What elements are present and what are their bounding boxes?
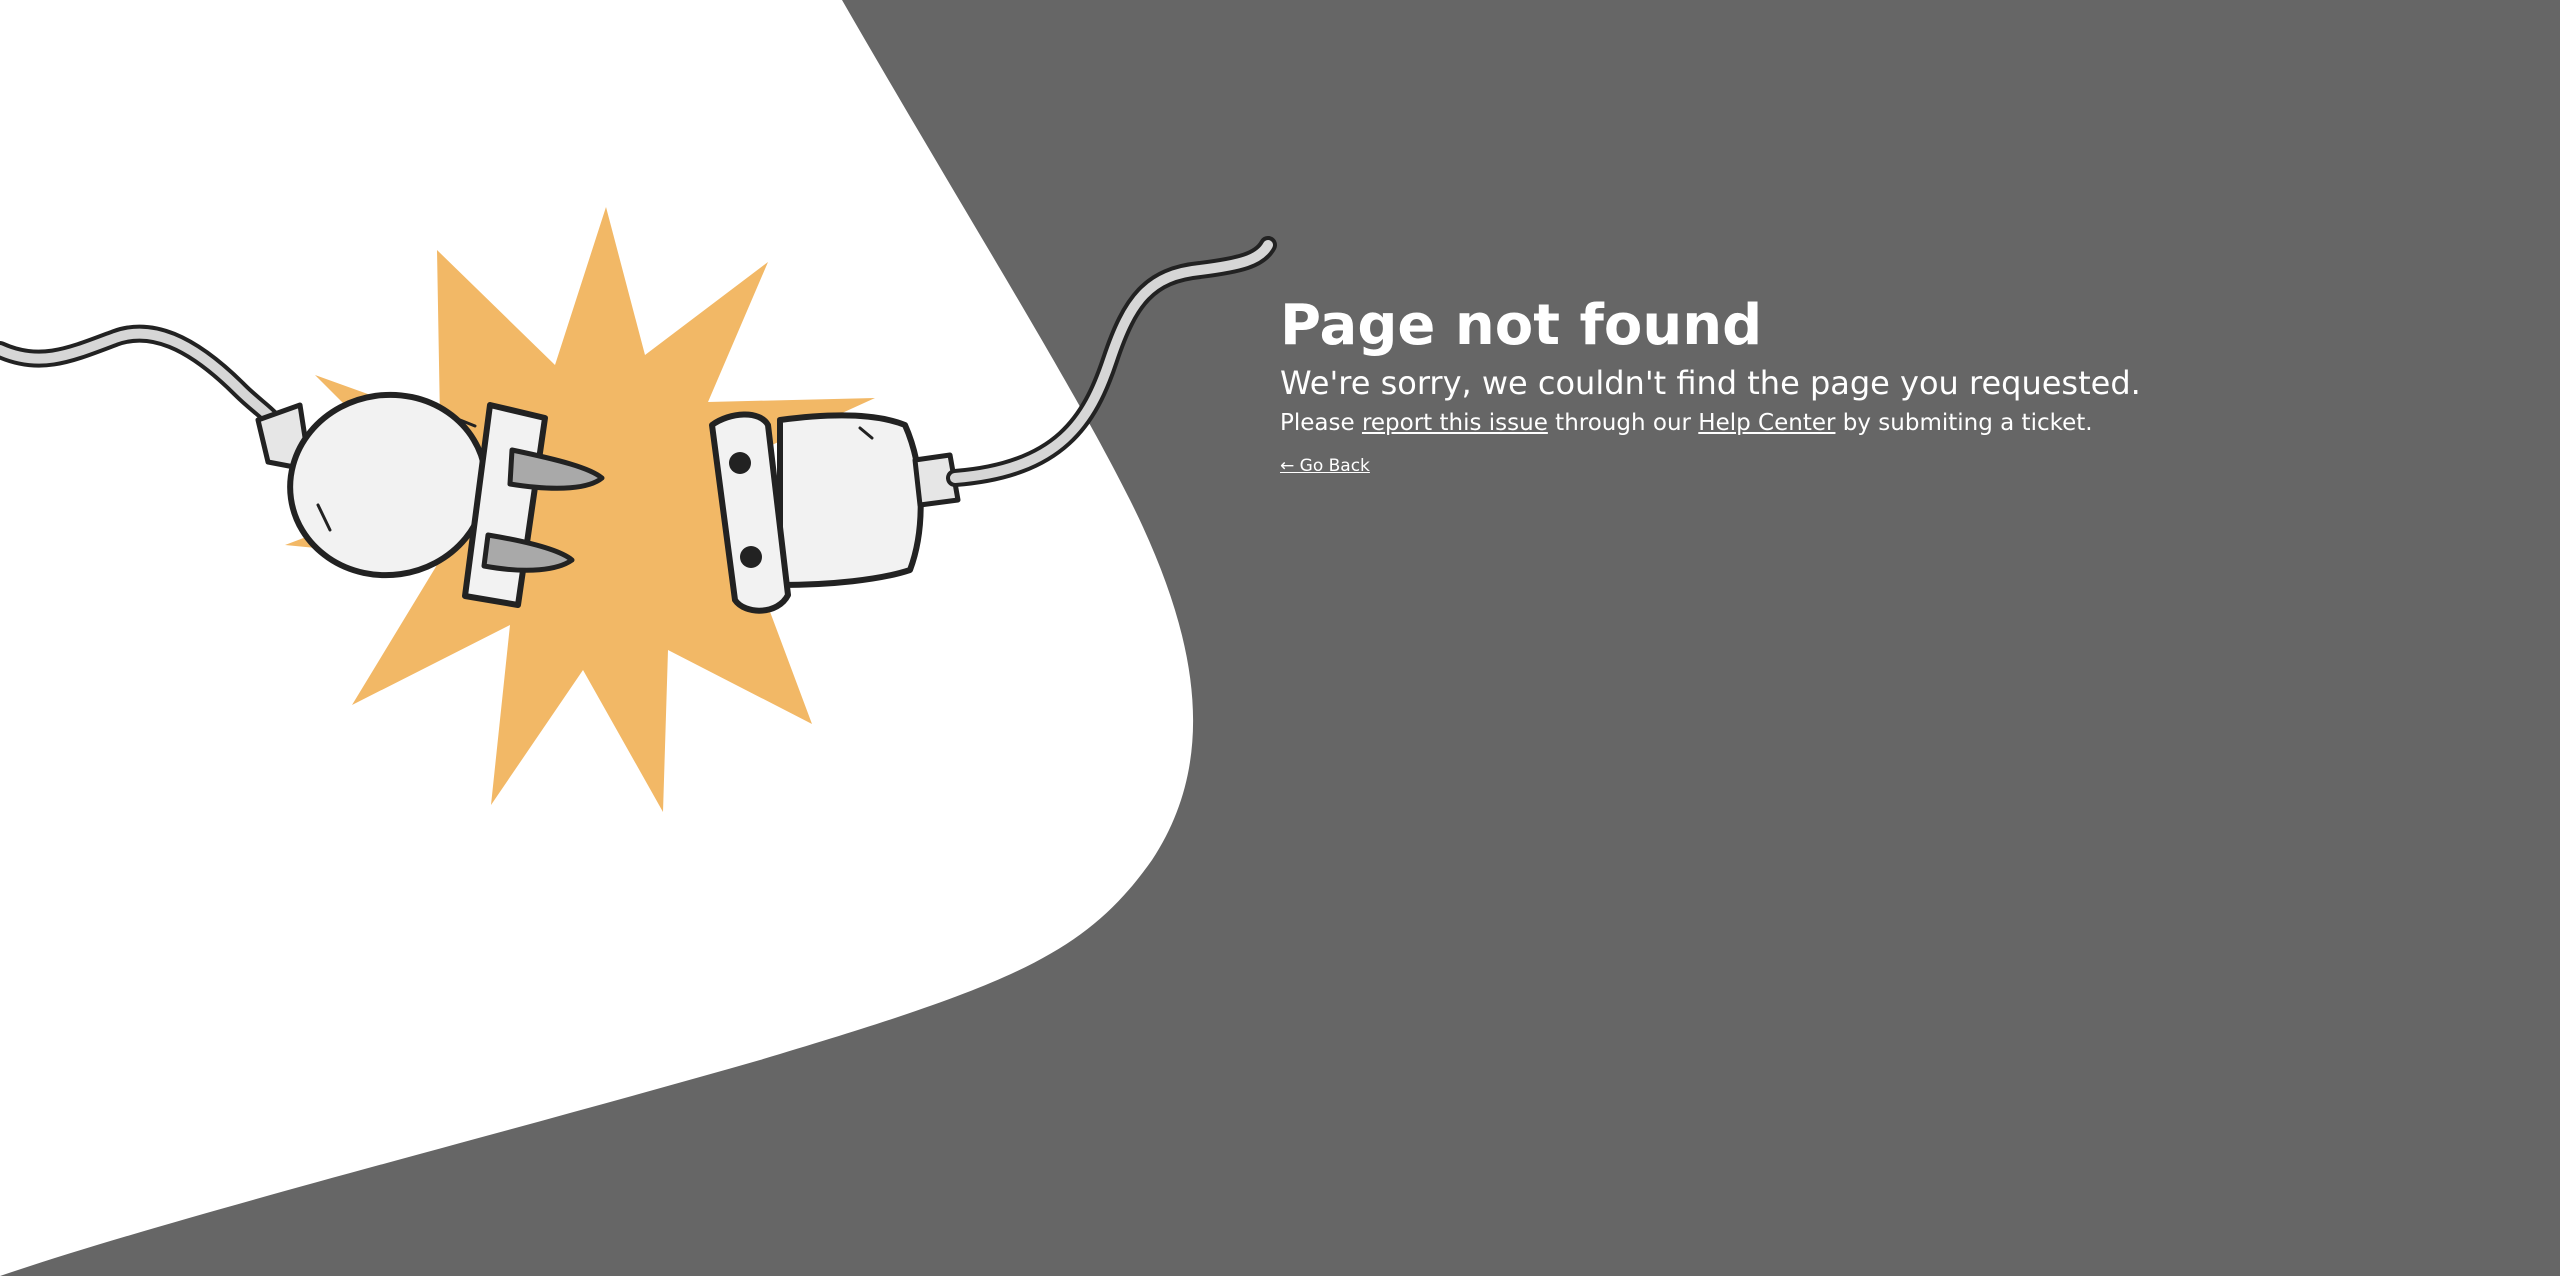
not-found-page: Page not found We're sorry, we couldn't … — [0, 0, 2560, 1276]
page-subtitle: We're sorry, we couldn't find the page y… — [1280, 364, 2141, 402]
go-back-link[interactable]: ← Go Back — [1280, 456, 1370, 476]
help-center-link[interactable]: Help Center — [1698, 410, 1835, 436]
report-issue-link[interactable]: report this issue — [1362, 410, 1548, 436]
back-link-wrapper: ← Go Back — [1280, 454, 2480, 478]
help-suffix: by submiting a ticket. — [1835, 410, 2093, 436]
not-found-content: Page not found We're sorry, we couldn't … — [1280, 292, 2480, 478]
help-message: Please report this issue through our Hel… — [1280, 406, 2480, 440]
unplugged-illustration — [0, 0, 1277, 1276]
help-middle: through our — [1547, 410, 1699, 436]
help-prefix: Please — [1280, 410, 1362, 436]
page-title: Page not found — [1280, 293, 1763, 358]
